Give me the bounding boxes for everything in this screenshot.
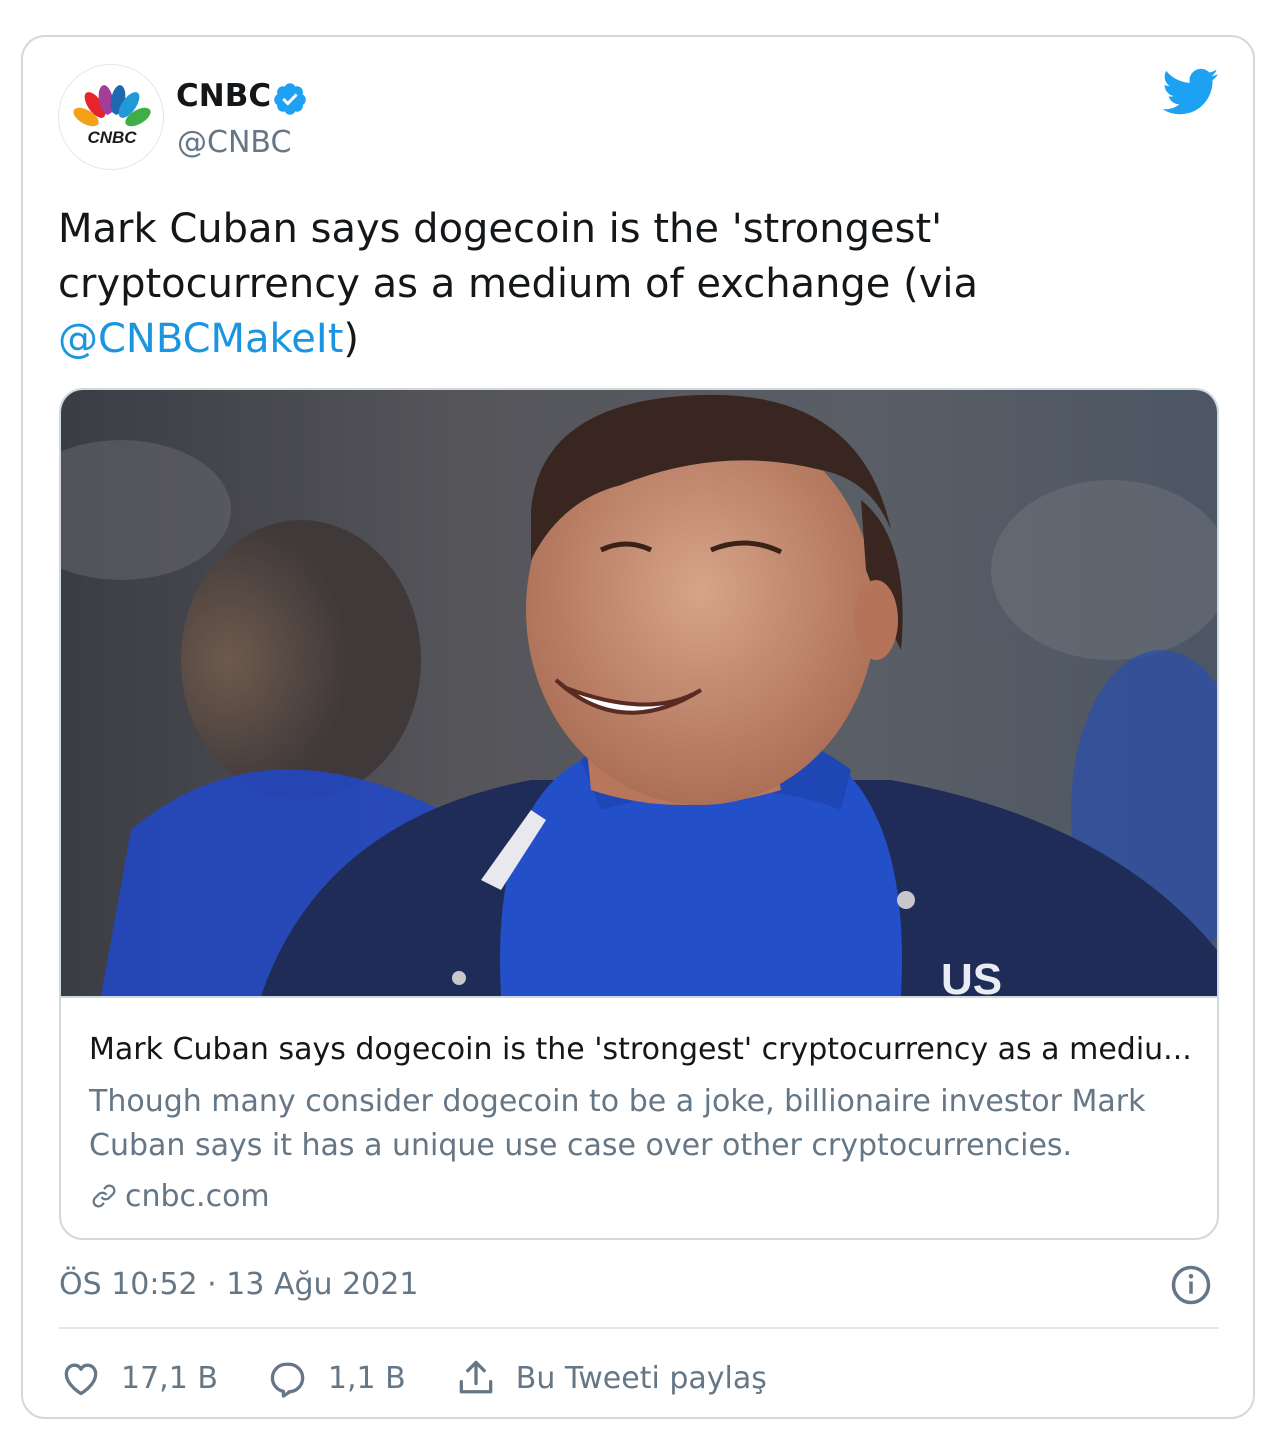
- cnbc-avatar[interactable]: CNBC: [58, 64, 164, 170]
- heart-icon: [64, 1363, 98, 1396]
- link-card-title[interactable]: Mark Cuban says dogecoin is the 'stronge…: [89, 1030, 1189, 1070]
- jacket-lettering: US: [941, 955, 1002, 998]
- twitter-bird-icon[interactable]: [1163, 68, 1219, 116]
- share-icon: [459, 1360, 493, 1394]
- link-card-domain-row[interactable]: cnbc.com: [89, 1176, 270, 1216]
- tweet-text: Mark Cuban says dogecoin is the 'stronge…: [58, 202, 1218, 367]
- verified-badge-icon: [274, 83, 306, 115]
- mark-cuban-photo-icon: US: [61, 390, 1217, 998]
- mention-link[interactable]: @CNBCMakeIt: [58, 316, 343, 362]
- link-icon: [92, 1184, 116, 1208]
- display-name[interactable]: CNBC: [176, 76, 271, 116]
- link-card-domain: cnbc.com: [125, 1178, 270, 1214]
- tweet-timestamp[interactable]: ÖS 10:52 · 13 Ağu 2021: [59, 1266, 418, 1304]
- user-handle[interactable]: @CNBC: [177, 124, 291, 162]
- like-count: 17,1 B: [121, 1360, 218, 1396]
- reply-count: 1,1 B: [327, 1360, 406, 1396]
- share-label: Bu Tweeti paylaş: [515, 1360, 767, 1396]
- reply-button[interactable]: 1,1 B: [266, 1356, 406, 1400]
- cnbc-peacock-logo-icon: CNBC: [73, 85, 151, 147]
- share-button[interactable]: Bu Tweeti paylaş: [454, 1356, 767, 1400]
- like-button[interactable]: 17,1 B: [59, 1356, 218, 1400]
- avatar-text: CNBC: [87, 128, 137, 147]
- link-card-description: Though many consider dogecoin to be a jo…: [89, 1084, 1146, 1163]
- link-preview-card[interactable]: US Mark Cuban says dogecoin is the 'stro…: [59, 388, 1219, 1240]
- tweet-actions: 17,1 B 1,1 B Bu Tweeti paylaş: [59, 1355, 815, 1401]
- info-icon[interactable]: [1170, 1264, 1212, 1306]
- tweet-text-suffix: ): [343, 316, 359, 362]
- divider: [59, 1327, 1219, 1329]
- reply-bubble-icon: [270, 1362, 305, 1398]
- tweet-text-body: Mark Cuban says dogecoin is the 'stronge…: [58, 206, 979, 307]
